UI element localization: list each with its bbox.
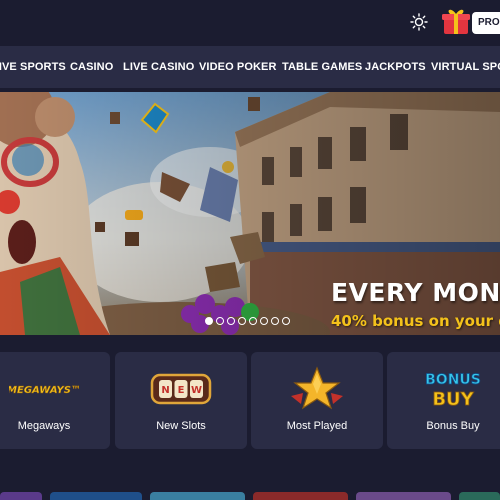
game-thumbnail[interactable] [253, 492, 348, 500]
game-thumbnail[interactable] [356, 492, 451, 500]
carousel-dot[interactable] [271, 317, 279, 325]
nav-item-casino[interactable]: CASINO [70, 46, 113, 88]
slot-machine-icon: N E W [115, 366, 247, 412]
game-thumbnail[interactable] [50, 492, 142, 500]
gift-icon[interactable] [441, 6, 471, 36]
game-thumbnail[interactable] [150, 492, 245, 500]
svg-text:BUY: BUY [432, 389, 474, 410]
nav-item-table-games[interactable]: TABLE GAMES [282, 46, 362, 88]
main-nav: LIVE SPORTS CASINO LIVE CASINO VIDEO POK… [0, 46, 500, 88]
carousel-dot[interactable] [260, 317, 268, 325]
carousel-dot[interactable] [249, 317, 257, 325]
nav-item-jackpots[interactable]: JACKPOTS [365, 46, 426, 88]
svg-text:E: E [178, 385, 185, 396]
category-card-new-slots[interactable]: N E W New Slots [115, 352, 247, 449]
svg-text:N: N [161, 385, 169, 396]
category-label: Megaways [17, 420, 71, 432]
nav-item-virtual-sports[interactable]: VIRTUAL SPORTS [431, 46, 500, 88]
banner-subtitle: 40% bonus on your deposit [331, 312, 500, 330]
game-thumbnail[interactable] [459, 492, 500, 500]
carousel-dot[interactable] [238, 317, 246, 325]
category-card-most-played[interactable]: Most Played [251, 352, 383, 449]
svg-text:MEGAWAYS™: MEGAWAYS™ [9, 385, 79, 396]
carousel-dot[interactable] [205, 317, 213, 325]
bonus-buy-logo-icon: BONUS BUY [387, 366, 500, 412]
promo-banner[interactable]: EVERY MONDAY 40% bonus on your deposit [0, 92, 500, 335]
category-label: Most Played [286, 420, 348, 432]
nav-item-live-casino[interactable]: LIVE CASINO [123, 46, 194, 88]
category-label: New Slots [156, 420, 206, 432]
svg-text:BONUS: BONUS [425, 372, 481, 388]
nav-item-live-sports[interactable]: LIVE SPORTS [0, 46, 66, 88]
promotions-button[interactable]: PROMOTIONS [472, 12, 500, 34]
game-thumbnail[interactable] [0, 492, 42, 500]
svg-text:W: W [191, 385, 202, 396]
star-icon [251, 366, 383, 412]
category-card-bonus-buy[interactable]: BONUS BUY Bonus Buy [387, 352, 500, 449]
sun-icon[interactable] [410, 13, 428, 31]
category-label: Bonus Buy [426, 420, 480, 432]
banner-title: EVERY MONDAY [331, 278, 500, 307]
carousel-dot[interactable] [216, 317, 224, 325]
top-bar: PROMOTIONS [0, 0, 500, 46]
nav-item-video-poker[interactable]: VIDEO POKER [199, 46, 277, 88]
carousel-dot[interactable] [227, 317, 235, 325]
category-card-megaways[interactable]: MEGAWAYS™ Megaways [0, 352, 110, 449]
megaways-logo-icon: MEGAWAYS™ [0, 366, 110, 412]
carousel-dot[interactable] [282, 317, 290, 325]
